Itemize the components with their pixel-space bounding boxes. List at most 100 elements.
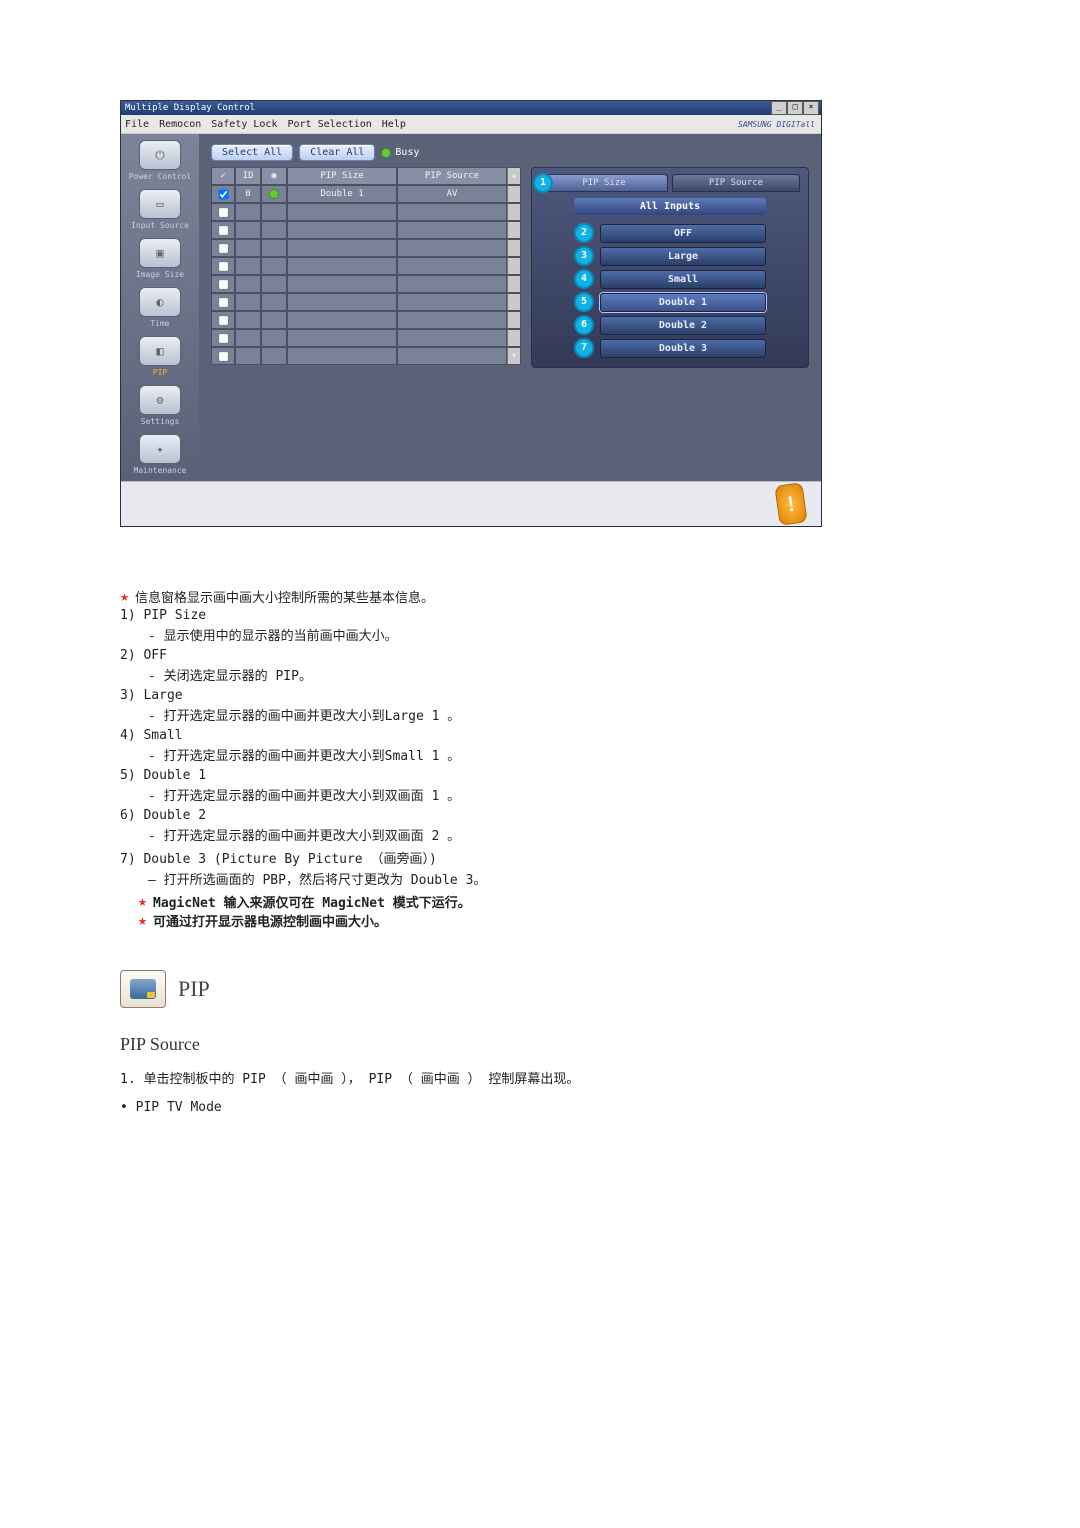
doc-item-head: 3) Large	[120, 688, 960, 703]
grid-scroll-track[interactable]	[507, 239, 521, 257]
grid-row-empty[interactable]: ▾	[211, 347, 521, 365]
clear-all-button[interactable]: Clear All	[299, 144, 375, 161]
star-icon: ★	[138, 911, 147, 929]
menu-bar: File Remocon Safety Lock Port Selection …	[121, 115, 821, 134]
grid-row-empty[interactable]	[211, 239, 521, 257]
doc-item-head: 4) Small	[120, 728, 960, 743]
sidebar-item-label: PIP	[153, 368, 167, 377]
star-icon: ★	[138, 892, 147, 910]
settings-icon: ⚙	[139, 385, 181, 415]
window-minimize-button[interactable]: _	[771, 101, 787, 115]
menu-port-selection[interactable]: Port Selection	[287, 119, 371, 130]
callout-7: 7	[574, 338, 594, 358]
grid-scroll-track[interactable]	[507, 275, 521, 293]
grid-row-check[interactable]	[211, 275, 235, 293]
brand-logo: SAMSUNG DIGITall	[738, 120, 815, 129]
pip-size-option-large[interactable]: Large	[600, 247, 766, 266]
grid-row-check[interactable]	[211, 203, 235, 221]
pip-size-option-double-3[interactable]: Double 3	[600, 339, 766, 358]
grid-row-check[interactable]	[211, 257, 235, 275]
pip-icon: ◧	[139, 336, 181, 366]
title-bar: Multiple Display Control _ □ ×	[121, 101, 821, 115]
grid-row-check[interactable]	[211, 185, 235, 203]
grid-row-empty[interactable]	[211, 293, 521, 311]
grid-row-empty[interactable]	[211, 311, 521, 329]
tab-pip-size[interactable]: 1 PIP Size	[540, 174, 668, 192]
callout-6: 6	[574, 315, 594, 335]
grid-row-empty[interactable]	[211, 257, 521, 275]
callout-1: 1	[533, 173, 553, 193]
grid-scroll-track[interactable]	[507, 293, 521, 311]
grid-row-pip-size: Double 1	[287, 185, 397, 203]
sidebar-item-power-control[interactable]: ⏻Power Control	[126, 140, 194, 181]
sidebar-item-time[interactable]: ◐ Time	[126, 287, 194, 328]
grid-row-empty[interactable]	[211, 221, 521, 239]
tab-pip-source[interactable]: PIP Source	[672, 174, 800, 192]
menu-help[interactable]: Help	[382, 119, 406, 130]
callout-3: 3	[574, 246, 594, 266]
grid-row-0[interactable]: 0 Double 1 AV	[211, 185, 521, 203]
grid-scroll-up[interactable]: ▴	[507, 167, 521, 185]
window-close-button[interactable]: ×	[803, 101, 819, 115]
sidebar-item-label: Power Control	[129, 172, 192, 181]
grid-row-check[interactable]	[211, 311, 235, 329]
grid-row-empty[interactable]	[211, 275, 521, 293]
grid-header-check[interactable]: ✓	[211, 167, 235, 185]
info-icon[interactable]: !	[774, 482, 807, 526]
sidebar-item-settings[interactable]: ⚙Settings	[126, 385, 194, 426]
grid-header-pip-source[interactable]: PIP Source	[397, 167, 507, 185]
pip-size-option-double-2[interactable]: Double 2	[600, 316, 766, 335]
pip-size-option-off[interactable]: OFF	[600, 224, 766, 243]
sidebar-item-image-size[interactable]: ▣Image Size	[126, 238, 194, 279]
window-maximize-button[interactable]: □	[787, 101, 803, 115]
grid-scroll-track[interactable]	[507, 311, 521, 329]
grid-scroll-track[interactable]: ▾	[507, 347, 521, 365]
star-icon: ★	[120, 587, 129, 605]
grid-scroll-track[interactable]	[507, 329, 521, 347]
select-all-button[interactable]: Select All	[211, 144, 293, 161]
grid-row-empty[interactable]	[211, 329, 521, 347]
grid-header-pip-size[interactable]: PIP Size	[287, 167, 397, 185]
section-heading-pip-source: PIP Source	[120, 1034, 960, 1055]
sidebar-item-label: Maintenance	[134, 466, 187, 475]
grid-row-check[interactable]	[211, 329, 235, 347]
doc-item-head: 7) Double 3 (Picture By Picture （画旁画）)	[120, 848, 960, 867]
time-icon: ◐	[139, 287, 181, 317]
grid-scroll-track[interactable]	[507, 221, 521, 239]
menu-remocon[interactable]: Remocon	[159, 119, 201, 130]
pip-size-option-small[interactable]: Small	[600, 270, 766, 289]
doc-note: MagicNet 输入来源仅可在 MagicNet 模式下运行。	[153, 892, 471, 911]
sidebar-item-input-source[interactable]: ▭Input Source	[126, 189, 194, 230]
grid-scroll-track[interactable]	[507, 185, 521, 203]
doc-item-sub: - 打开选定显示器的画中画并更改大小到双画面 1 。	[120, 785, 960, 804]
grid-header-row: ✓ ID ◉ PIP Size PIP Source ▴	[211, 167, 521, 185]
display-grid: ✓ ID ◉ PIP Size PIP Source ▴ 0 Double 1	[211, 167, 521, 368]
grid-row-check[interactable]	[211, 221, 235, 239]
doc-note: 可通过打开显示器电源控制画中画大小。	[153, 911, 387, 930]
sidebar-item-label: Time	[150, 319, 169, 328]
sidebar-item-pip[interactable]: ◧ PIP	[126, 336, 194, 377]
callout-5: 5	[574, 292, 594, 312]
window-title: Multiple Display Control	[125, 103, 255, 113]
grid-row-lamp	[261, 185, 287, 203]
grid-row-check[interactable]	[211, 347, 235, 365]
grid-scroll-track[interactable]	[507, 257, 521, 275]
maintenance-icon: ✦	[139, 434, 181, 464]
grid-row-empty[interactable]	[211, 203, 521, 221]
pip-size-option-double-1[interactable]: Double 1	[600, 293, 766, 312]
menu-file[interactable]: File	[125, 119, 149, 130]
grid-header-id[interactable]: ID	[235, 167, 261, 185]
menu-safety-lock[interactable]: Safety Lock	[211, 119, 277, 130]
grid-scroll-track[interactable]	[507, 203, 521, 221]
grid-header-lamp[interactable]: ◉	[261, 167, 287, 185]
doc-item-head: 6) Double 2	[120, 808, 960, 823]
sidebar: ⏻Power Control ▭Input Source ▣Image Size ◐ T…	[121, 134, 199, 481]
callout-4: 4	[574, 269, 594, 289]
grid-row-check[interactable]	[211, 239, 235, 257]
sidebar-item-maintenance[interactable]: ✦ Maintenance	[126, 434, 194, 475]
doc-item-sub: — 打开所选画面的 PBP，然后将尺寸更改为 Double 3。	[120, 869, 960, 888]
grid-row-check[interactable]	[211, 293, 235, 311]
grid-row-id: 0	[235, 185, 261, 203]
doc-item-sub: - 打开选定显示器的画中画并更改大小到Small 1 。	[120, 745, 960, 764]
pip-panel: 1 PIP Size PIP Source All Inputs 2OFF3La…	[531, 167, 809, 368]
